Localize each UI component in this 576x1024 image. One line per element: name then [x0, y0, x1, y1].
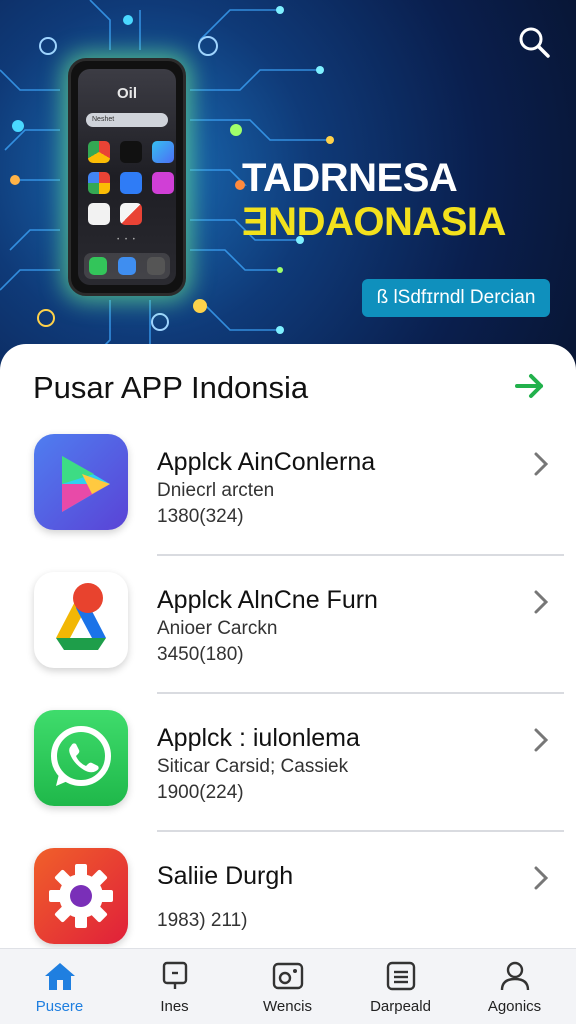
- app-developer: Dniecrl arcten: [157, 480, 275, 501]
- tab-downloads[interactable]: Darpeald: [343, 949, 458, 1024]
- browser-icon: [117, 257, 136, 275]
- tab-label: Agonics: [487, 998, 542, 1015]
- app-meta: 1900(224): [157, 782, 244, 803]
- app-developer: Anioer Carckn: [157, 618, 278, 639]
- tab-apps[interactable]: Ines: [117, 949, 232, 1024]
- phone-search-bar: Neshet: [86, 113, 168, 127]
- photos-icon: [88, 172, 110, 194]
- app-list-item[interactable]: Saliie Durgh 1983) 211): [0, 848, 576, 948]
- media-icon: [272, 962, 304, 990]
- profile-icon: [500, 961, 530, 991]
- app-name: Applck : iulonlema: [157, 724, 360, 752]
- search-button[interactable]: [514, 22, 554, 62]
- divider: [157, 692, 564, 694]
- arrow-right-icon[interactable]: [514, 370, 546, 402]
- phone-call-icon: [89, 257, 108, 275]
- chevron-right-icon: [534, 452, 549, 476]
- app-meta: 1983) 211): [157, 910, 248, 931]
- music-icon: [88, 203, 110, 225]
- tab-profile[interactable]: Agonics: [457, 949, 572, 1024]
- tab-home[interactable]: Pusere: [2, 949, 117, 1024]
- phone-illustration: Oil Neshet • • •: [68, 58, 186, 296]
- hero-banner: Oil Neshet • • • TADRNESA ƎNDAONASIA ß l…: [0, 0, 576, 380]
- app-store-icon: [120, 172, 142, 194]
- app-name: Applck AlnCne Furn: [157, 586, 378, 614]
- list-icon: [386, 961, 416, 991]
- tab-label: Wencis: [263, 998, 312, 1015]
- divider: [157, 554, 564, 556]
- hero-subtitle: ƎNDAONASIA: [242, 200, 506, 244]
- chrome-icon: [88, 141, 110, 163]
- app-list-sheet: Pusar APP Indonsia Applck AinConlerna Dn…: [0, 344, 576, 948]
- play-store-icon: [152, 141, 174, 163]
- hero-chip-button[interactable]: ß lSdfɪrndl Dercian: [362, 279, 550, 317]
- hero-chip-label: ß lSdfɪrndl Dercian: [376, 287, 536, 308]
- phone-screen: Oil Neshet • • •: [78, 69, 176, 285]
- app-developer: Siticar Carsid; Cassiek: [157, 756, 349, 777]
- camera-dock-icon: [146, 257, 165, 275]
- app-name: Applck AinConlerna: [157, 448, 376, 476]
- chevron-right-icon: [534, 590, 549, 614]
- bottom-tab-bar: Pusere Ines Wencis Darpeald Agonics: [0, 948, 576, 1024]
- tab-label: Darpeald: [370, 998, 431, 1015]
- divider: [157, 830, 564, 832]
- tab-media[interactable]: Wencis: [230, 949, 345, 1024]
- section-title: Pusar APP Indonsia: [33, 370, 309, 405]
- apps-icon: [162, 961, 188, 989]
- tab-label: Pusere: [35, 998, 84, 1015]
- app-list-item[interactable]: Applck : iulonlema Siticar Carsid; Cassi…: [0, 710, 576, 848]
- phone-app-grid: [88, 141, 174, 225]
- phone-dock: [84, 253, 170, 279]
- app-meta: 1380(324): [157, 506, 244, 527]
- camera-icon: [120, 141, 142, 163]
- gallery-icon: [152, 172, 174, 194]
- home-icon: [45, 963, 75, 990]
- whatsapp-icon: [34, 710, 128, 806]
- widget-icon: [120, 203, 142, 225]
- hero-title: TADRNESA: [242, 156, 458, 200]
- app-list-item[interactable]: Applck AinConlerna Dniecrl arcten 1380(3…: [0, 434, 576, 572]
- chevron-right-icon: [534, 728, 549, 752]
- app-list-item[interactable]: Applck AlnCne Furn Anioer Carckn 3450(18…: [0, 572, 576, 710]
- drive-icon: [34, 572, 128, 668]
- chevron-right-icon: [534, 866, 549, 890]
- play-store-icon: [34, 434, 128, 530]
- app-meta: 3450(180): [157, 644, 244, 665]
- tab-label: Ines: [160, 998, 189, 1015]
- phone-time: Oil: [116, 85, 137, 102]
- app-name: Saliie Durgh: [157, 862, 294, 890]
- page-dots: • • •: [117, 237, 137, 243]
- settings-gear-icon: [34, 848, 128, 944]
- search-icon: [519, 27, 550, 58]
